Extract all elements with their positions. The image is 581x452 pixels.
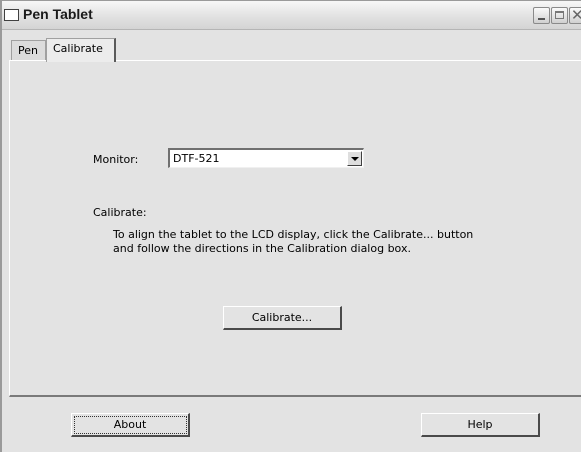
help-button[interactable]: Help — [421, 413, 540, 437]
window-icon — [4, 9, 19, 21]
monitor-select[interactable]: DTF-521 — [168, 148, 364, 168]
pen-tablet-window: Pen Tablet ✕ Pen Calibrate Monitor: DTF-… — [0, 0, 581, 452]
minimize-icon — [538, 18, 545, 20]
tab-pen[interactable]: Pen — [11, 40, 46, 61]
title-bar[interactable]: Pen Tablet ✕ — [2, 1, 581, 30]
tab-calibrate[interactable]: Calibrate — [46, 38, 116, 62]
close-icon: ✕ — [571, 6, 581, 24]
about-button[interactable]: About — [71, 413, 190, 437]
maximize-icon — [555, 11, 564, 19]
monitor-label: Monitor: — [93, 153, 139, 166]
minimize-button[interactable] — [533, 7, 550, 24]
window-title: Pen Tablet — [23, 6, 93, 22]
calibrate-button[interactable]: Calibrate... — [223, 306, 342, 330]
maximize-button[interactable] — [551, 7, 568, 24]
calibrate-instructions: To align the tablet to the LCD display, … — [113, 228, 474, 255]
calibrate-heading: Calibrate: — [93, 206, 147, 219]
close-button[interactable]: ✕ — [569, 7, 581, 24]
monitor-select-value: DTF-521 — [173, 152, 220, 165]
chevron-down-icon[interactable] — [347, 151, 362, 166]
